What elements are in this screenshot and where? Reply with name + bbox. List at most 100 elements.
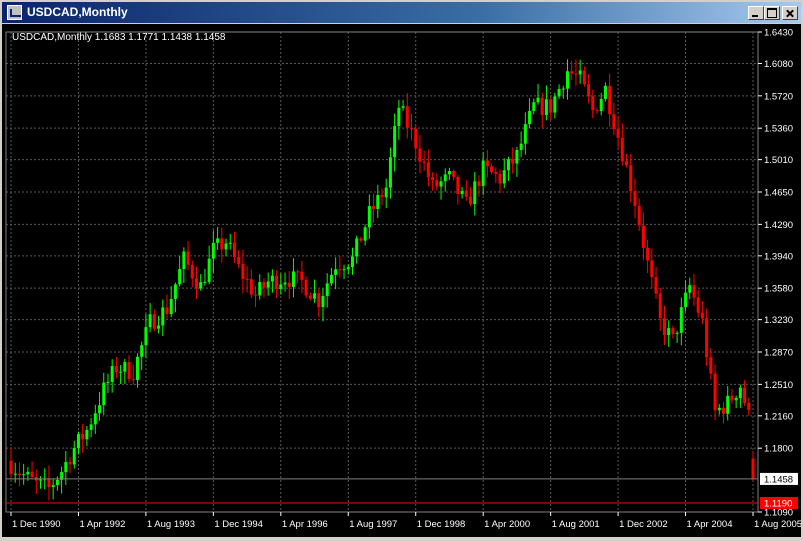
candle-body <box>528 110 532 125</box>
candle-body <box>401 106 405 108</box>
candle-body <box>367 206 371 228</box>
candle-body <box>376 195 380 209</box>
candle-body <box>426 162 430 178</box>
candle-body <box>544 99 548 115</box>
chart-area[interactable]: 1.6430 1.6080 1.5720 1.5360 1.5010 1.4650 1.42… <box>2 24 802 537</box>
red-price-label: 1.1190 <box>764 499 792 510</box>
candle-body <box>76 434 80 449</box>
candle-body <box>123 362 127 372</box>
candle-body <box>511 159 515 164</box>
x-tick-label: 1 Aug 2005 <box>754 519 801 530</box>
candle-body <box>199 282 203 289</box>
candle-body <box>372 206 376 209</box>
candle-body <box>241 263 245 279</box>
candle-body <box>64 462 68 473</box>
candle-body <box>566 71 569 89</box>
candle-body <box>224 243 228 250</box>
candle-body <box>98 405 102 414</box>
candlestick-chart[interactable]: 1.6430 1.6080 1.5720 1.5360 1.5010 1.4650 1.42… <box>2 24 802 537</box>
candle-body <box>334 269 338 275</box>
candle-body <box>549 99 553 113</box>
candle-body <box>384 187 388 198</box>
y-tick-label: 1.5720 <box>764 91 793 102</box>
candle-body <box>705 318 709 358</box>
candle-body <box>717 407 721 411</box>
candle-body <box>291 271 295 287</box>
y-tick-label: 1.2870 <box>764 348 793 359</box>
y-tick-label: 1.5010 <box>764 155 793 166</box>
candle-body <box>633 190 637 206</box>
x-tick-label: 1 Apr 1996 <box>282 519 328 530</box>
candle-body <box>431 177 435 181</box>
candle-body <box>85 429 89 440</box>
x-tick-label: 1 Aug 2001 <box>552 519 600 530</box>
maximize-button[interactable] <box>764 6 780 20</box>
current-price-label: 1.1458 <box>764 474 793 485</box>
x-tick-label: 1 Dec 1994 <box>214 519 263 530</box>
title-bar[interactable]: USDCAD,Monthly <box>2 2 801 23</box>
candle-body <box>616 129 620 138</box>
candle-body <box>629 165 633 191</box>
candle-body <box>135 356 139 381</box>
candle-body <box>363 227 367 241</box>
candle-body <box>287 282 291 287</box>
candle-body <box>270 275 274 282</box>
candle-body <box>304 279 308 296</box>
candle-body <box>148 314 152 328</box>
candle-body <box>388 157 392 188</box>
candle-body <box>730 395 734 401</box>
candle-body <box>249 279 253 295</box>
candle-body <box>519 143 523 151</box>
candle-body <box>713 373 717 411</box>
candle-body <box>435 180 439 187</box>
candle-body <box>671 328 675 334</box>
candle-body <box>696 297 700 313</box>
candle-body <box>186 251 190 265</box>
close-button[interactable] <box>782 6 798 20</box>
candle-body <box>439 181 443 187</box>
candle-body <box>89 424 93 430</box>
candle-body <box>262 282 266 288</box>
candle-body <box>342 269 346 271</box>
candle-body <box>557 89 561 97</box>
candle-body <box>485 160 489 167</box>
candle-body <box>131 379 135 381</box>
candle-body <box>338 269 342 271</box>
x-tick-label: 1 Dec 2002 <box>619 519 668 530</box>
candle-body <box>641 225 645 248</box>
candle-body <box>380 195 384 198</box>
candle-body <box>203 282 207 284</box>
minimize-button[interactable] <box>748 6 764 20</box>
candle-body <box>195 278 198 289</box>
chart-window: USDCAD,Monthly 1.6430 1.6080 1.5720 1.5360 1… <box>0 0 803 539</box>
candle-body <box>464 190 468 197</box>
candle-body <box>620 137 624 162</box>
y-tick-label: 1.6430 <box>764 28 793 39</box>
candle-body <box>355 238 359 257</box>
x-tick-label: 1 Aug 1997 <box>349 519 397 530</box>
candle-body <box>591 96 595 111</box>
x-tick-label: 1 Apr 1992 <box>79 519 125 530</box>
candle-body <box>747 402 751 410</box>
candle-body <box>684 292 688 308</box>
candle-body <box>675 332 679 334</box>
candle-body <box>734 398 738 401</box>
candle-body <box>157 325 161 329</box>
candle-body <box>494 172 498 175</box>
candle-body <box>152 314 156 329</box>
candle-body <box>700 312 704 319</box>
chart-app-icon[interactable] <box>7 5 22 20</box>
candle-body <box>595 110 599 112</box>
candle-body <box>650 260 654 278</box>
candle-body <box>726 395 730 414</box>
candle-body <box>329 274 333 284</box>
candle-body <box>574 73 578 75</box>
candle-body <box>540 97 544 115</box>
x-tick-label: 1 Apr 2004 <box>687 519 733 530</box>
candle-body <box>599 99 603 112</box>
chart-info-line: USDCAD,Monthly 1.1683 1.1771 1.1438 1.14… <box>12 32 226 43</box>
x-tick-label: 1 Dec 1990 <box>12 519 61 530</box>
window-title: USDCAD,Monthly <box>27 5 128 19</box>
candle-body <box>169 298 173 315</box>
candle-body <box>228 242 232 244</box>
